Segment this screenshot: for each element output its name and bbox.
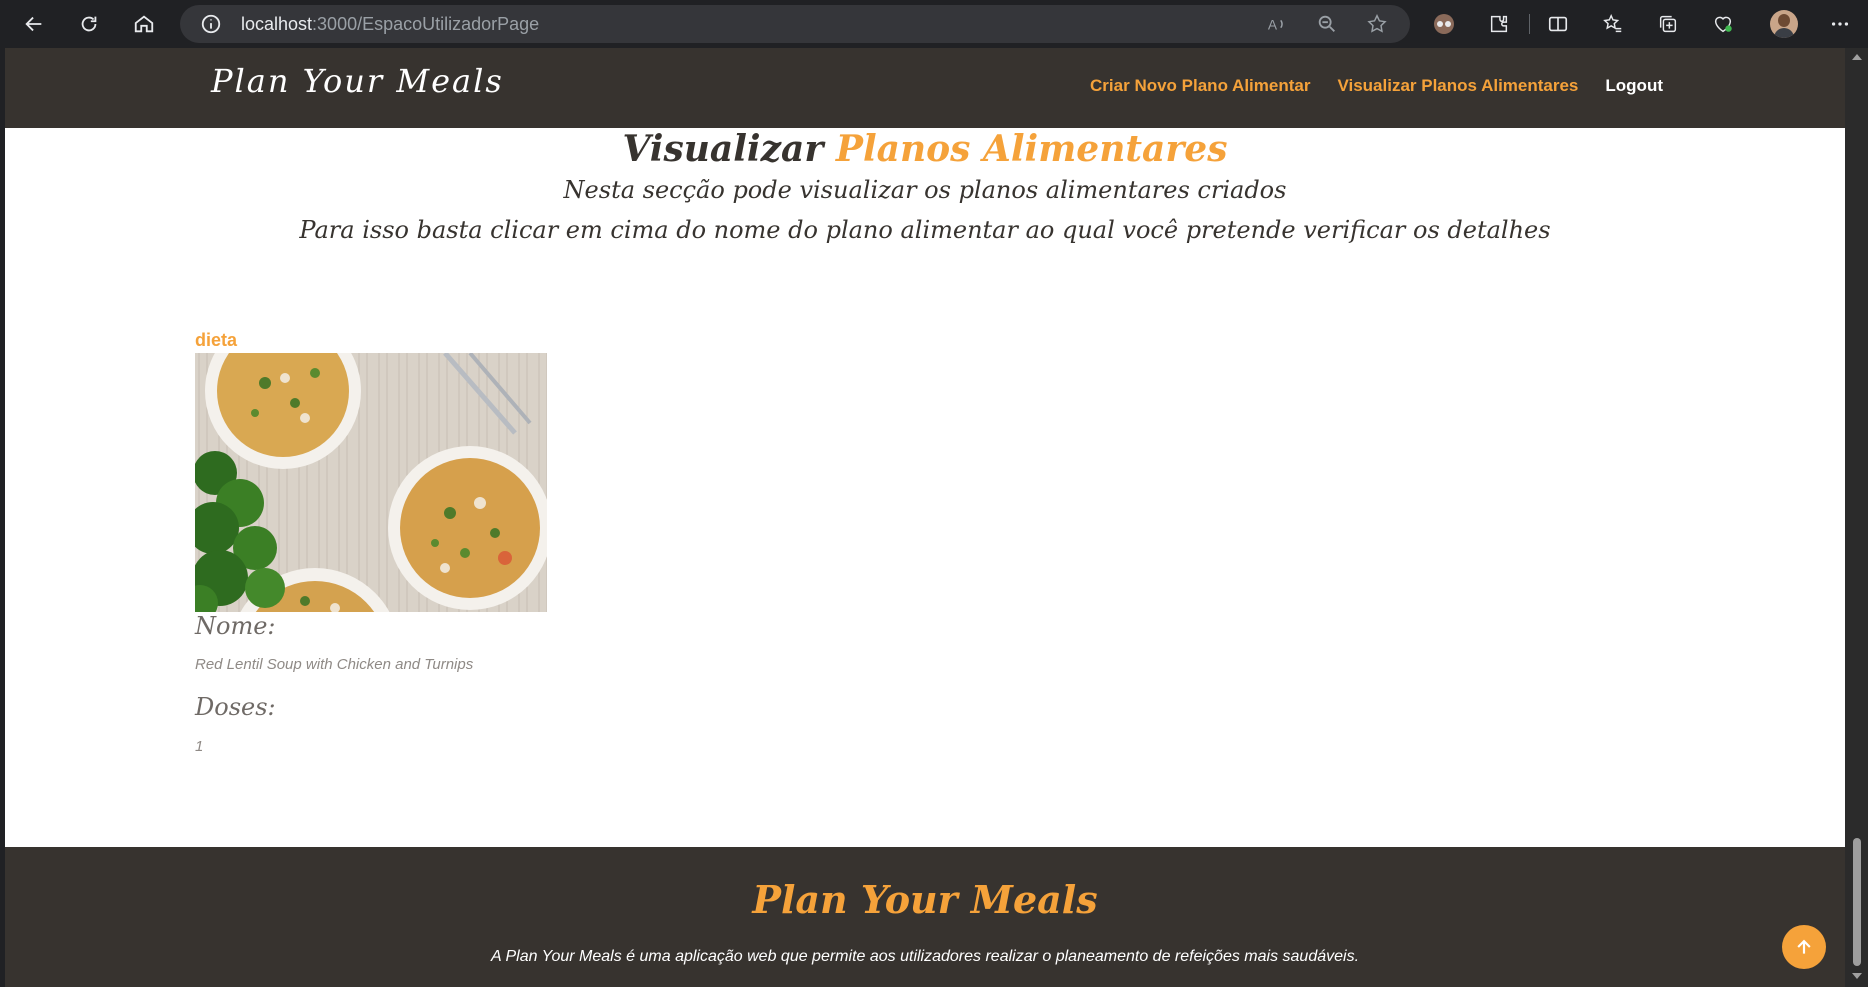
scrollbar-thumb[interactable]	[1853, 838, 1861, 966]
address-bar[interactable]: localhost:3000/EspacoUtilizadorPage A	[180, 5, 1410, 43]
plan-nome-value: Red Lentil Soup with Chicken and Turnips	[195, 656, 474, 673]
nav-create-plan-link[interactable]: Criar Novo Plano Alimentar	[1090, 76, 1310, 96]
page-scrollbar[interactable]	[1845, 48, 1868, 987]
read-aloud-icon[interactable]: A	[1266, 13, 1288, 40]
page-subtitle-2: Para isso basta clicar em cima do nome d…	[299, 216, 1551, 244]
reload-icon[interactable]	[73, 8, 105, 40]
url-text: localhost:3000/EspacoUtilizadorPage	[241, 14, 539, 35]
page-title-part1: Visualizar	[622, 128, 836, 170]
scroll-to-top-button[interactable]	[1782, 925, 1826, 969]
nav-view-plans-link[interactable]: Visualizar Planos Alimentares	[1337, 76, 1578, 96]
zoom-out-icon[interactable]	[1316, 13, 1338, 40]
url-path: :3000/EspacoUtilizadorPage	[312, 14, 540, 34]
toolbar-divider	[1529, 14, 1530, 34]
favorite-star-icon[interactable]	[1366, 13, 1388, 40]
browser-toolbar: localhost:3000/EspacoUtilizadorPage A	[0, 0, 1868, 48]
soup-photo-illustration	[195, 353, 547, 612]
collections-icon[interactable]	[1652, 8, 1684, 40]
url-host: localhost	[241, 14, 313, 34]
svg-text:A: A	[1268, 18, 1278, 33]
split-screen-icon[interactable]	[1542, 8, 1574, 40]
page-viewport: Plan Your Meals Criar Novo Plano Aliment…	[5, 48, 1845, 987]
home-icon[interactable]	[128, 8, 160, 40]
arrow-up-icon	[1797, 939, 1811, 954]
site-footer: Plan Your Meals A Plan Your Meals é uma …	[5, 847, 1845, 987]
page-title-accent: Planos Alimentares	[835, 128, 1228, 170]
nav-logout-link[interactable]: Logout	[1605, 76, 1663, 96]
more-options-icon[interactable]	[1824, 8, 1856, 40]
favorites-icon[interactable]	[1597, 8, 1629, 40]
page-title: Visualizar Planos Alimentares	[5, 128, 1845, 170]
browser-essentials-icon[interactable]	[1707, 8, 1739, 40]
plan-name-link[interactable]: dieta	[195, 330, 237, 351]
scroll-up-arrow-icon[interactable]	[1852, 54, 1862, 60]
scroll-down-arrow-icon[interactable]	[1852, 973, 1862, 979]
plan-recipe-image[interactable]	[195, 353, 547, 612]
footer-title: Plan Your Meals	[752, 877, 1098, 922]
back-icon[interactable]	[18, 8, 50, 40]
footer-description: A Plan Your Meals é uma aplicação web qu…	[490, 948, 1360, 965]
extensions-icon[interactable]	[1483, 8, 1515, 40]
brand-logo[interactable]: Plan Your Meals	[211, 62, 504, 100]
site-info-icon[interactable]	[200, 13, 222, 40]
plan-doses-label: Doses:	[195, 693, 276, 721]
page-subtitle-1: Nesta secção pode visualizar os planos a…	[563, 176, 1287, 204]
extension-glasses-icon[interactable]	[1428, 8, 1460, 40]
plan-doses-value: 1	[195, 738, 204, 755]
profile-avatar[interactable]	[1770, 10, 1798, 38]
site-navbar: Plan Your Meals Criar Novo Plano Aliment…	[5, 48, 1845, 128]
nav-links: Criar Novo Plano Alimentar Visualizar Pl…	[1090, 76, 1663, 96]
plan-nome-label: Nome:	[195, 612, 276, 640]
